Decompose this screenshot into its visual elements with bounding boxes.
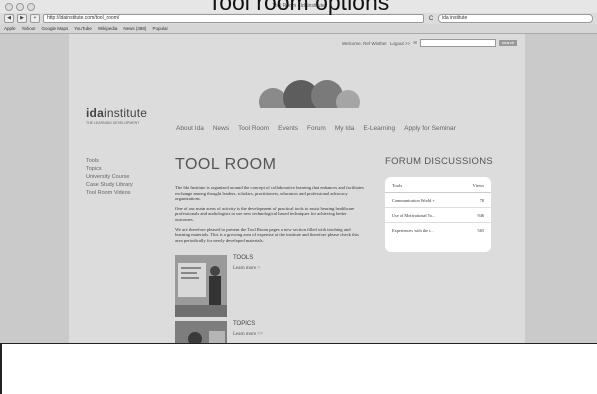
- sidenav-topics[interactable]: Topics: [86, 165, 133, 173]
- forum-discussions-panel: Tools Views Communication World + 78 Use…: [385, 177, 491, 252]
- forum-topic-link[interactable]: Use of Motivational To...: [392, 213, 435, 218]
- browser-window: Tool Room - Idainstitute ◀ ▶ + http://id…: [0, 0, 597, 344]
- topics-learn-more-link[interactable]: Learn more >>: [233, 332, 263, 337]
- site-search-button[interactable]: search: [499, 40, 517, 46]
- forum-views: 946: [477, 213, 484, 218]
- bookmark-youtube[interactable]: YouTube: [74, 24, 92, 33]
- tools-section: TOOLS Learn more >: [175, 255, 375, 317]
- header-graphic: [251, 80, 361, 112]
- intro-text: The Ida Institute is organized around th…: [175, 185, 365, 247]
- sidenav-university-course[interactable]: University Course: [86, 173, 133, 181]
- reload-button[interactable]: C: [427, 16, 435, 22]
- forum-col-topic: Tools: [392, 183, 403, 188]
- bookmark-yahoo[interactable]: Yahoo!: [22, 24, 36, 33]
- tools-thumbnail[interactable]: [175, 255, 227, 317]
- nav-events[interactable]: Events: [278, 125, 298, 132]
- mail-icon[interactable]: ✉: [413, 40, 417, 46]
- main-nav: About Ida News Tool Room Events Forum My…: [176, 125, 456, 132]
- topics-section-label: TOPICS: [233, 321, 256, 327]
- intro-paragraph: We are therefore pleased to present the …: [175, 226, 359, 243]
- sidenav-case-study-library[interactable]: Case Study Library: [86, 181, 133, 189]
- forum-header-row: Tools Views: [385, 177, 491, 193]
- slide-title: Tool room options: [207, 0, 390, 15]
- forum-row[interactable]: Communication World + 78: [385, 193, 491, 208]
- forum-topic-link[interactable]: Experiences with the t...: [392, 228, 434, 233]
- tools-learn-more-link[interactable]: Learn more >: [233, 266, 260, 271]
- forum-views: 565: [477, 228, 484, 233]
- bookmark-wikipedia[interactable]: Wikipedia: [98, 24, 118, 33]
- side-nav: Tools Topics University Course Case Stud…: [86, 157, 133, 197]
- bookmark-apple[interactable]: Apple: [4, 24, 16, 33]
- forum-title: FORUM DISCUSSIONS: [385, 156, 494, 167]
- intro-paragraph: One of our main areas of activity is the…: [175, 205, 355, 222]
- bookmarks-bar: Apple Yahoo! Google Maps YouTube Wikiped…: [0, 24, 597, 34]
- forum-row[interactable]: Use of Motivational To... 946: [385, 208, 491, 223]
- site-logo[interactable]: idainstitute: [86, 106, 147, 120]
- nav-about[interactable]: About Ida: [176, 125, 204, 132]
- nav-apply[interactable]: Apply for Seminar: [404, 125, 456, 132]
- topics-section: TOPICS Learn more >>: [175, 321, 375, 343]
- nav-tool-room[interactable]: Tool Room: [238, 125, 269, 132]
- logout-link[interactable]: Logout >>: [390, 41, 410, 46]
- forum-row[interactable]: Experiences with the t... 565: [385, 223, 491, 237]
- nav-my-ida[interactable]: My Ida: [335, 125, 355, 132]
- bookmark-news[interactable]: News (388): [123, 24, 146, 33]
- welcome-text: Welcome, Ref Winther: [342, 40, 387, 46]
- sidenav-tools[interactable]: Tools: [86, 157, 133, 165]
- bookmark-popular[interactable]: Popular: [152, 24, 168, 33]
- sidenav-tool-room-videos[interactable]: Tool Room Videos: [86, 189, 133, 197]
- nav-elearning[interactable]: E-Learning: [363, 125, 395, 132]
- tools-section-label: TOOLS: [233, 255, 254, 261]
- forum-col-views: Views: [472, 183, 484, 188]
- topics-thumbnail[interactable]: [175, 321, 227, 343]
- forum-topic-link[interactable]: Communication World +: [392, 198, 435, 203]
- web-content: Welcome, Ref Winther Logout >> ✉ search …: [0, 34, 597, 343]
- page-title: TOOL ROOM: [175, 156, 277, 173]
- site-page: Welcome, Ref Winther Logout >> ✉ search …: [69, 34, 525, 343]
- site-topline: Welcome, Ref Winther Logout >> ✉ search: [342, 39, 517, 47]
- bookmark-google-maps[interactable]: Google Maps: [41, 24, 68, 33]
- forum-views: 78: [479, 198, 484, 203]
- site-search-input[interactable]: [420, 39, 496, 47]
- nav-news[interactable]: News: [213, 125, 229, 132]
- nav-forum[interactable]: Forum: [307, 125, 326, 132]
- intro-paragraph: The Ida Institute is organized around th…: [175, 185, 364, 202]
- site-tagline: THE LEARNING DEVELOPMENT: [86, 121, 140, 125]
